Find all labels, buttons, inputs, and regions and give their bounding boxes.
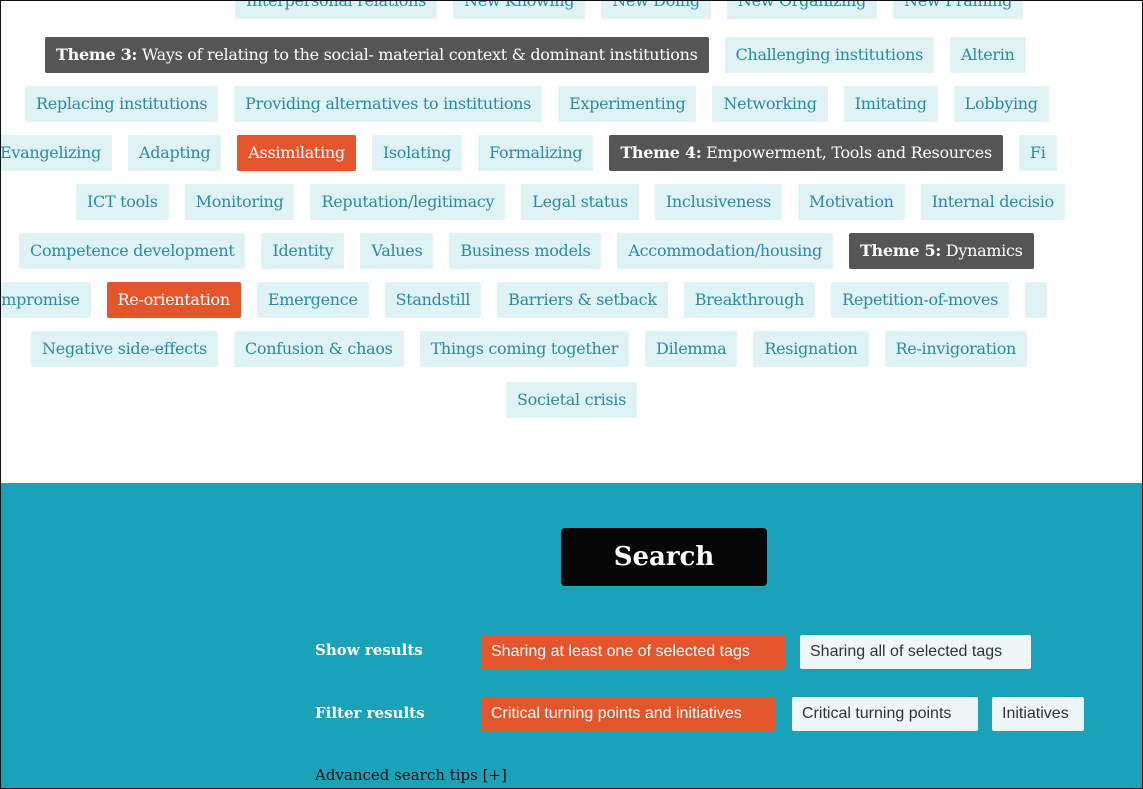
theme-header: Theme 5: Dynamics — [848, 233, 1034, 269]
tag[interactable]: Lobbying — [953, 86, 1049, 122]
search-button[interactable]: Search — [561, 528, 767, 586]
tag[interactable]: Adapting — [128, 135, 222, 171]
tag-row: Replacing institutions Providing alternat… — [25, 86, 1049, 124]
tag[interactable]: Negative side-effects — [31, 331, 218, 367]
tag[interactable]: Accommodation/housing — [617, 233, 833, 269]
tag[interactable]: Societal crisis — [505, 382, 638, 418]
tag-row: Interpersonal relations New Knowing New Do… — [235, 1, 1024, 21]
show-option-all[interactable]: Sharing all of selected tags — [800, 635, 1031, 669]
show-results-label: Show results — [315, 641, 423, 659]
tag[interactable]: Re-invigoration — [884, 331, 1028, 367]
theme-number: Theme 3: — [56, 45, 138, 64]
tag[interactable]: Providing alternatives to institutions — [234, 86, 543, 122]
theme-number: Theme 5: — [859, 241, 941, 260]
tag[interactable]: Replacing institutions — [25, 86, 219, 122]
tag-row: Theme 3: Ways of relating to the social-… — [45, 37, 1026, 75]
tag-cloud: Interpersonal relations New Knowing New Do… — [1, 1, 1142, 483]
tag[interactable]: Business models — [449, 233, 602, 269]
tag[interactable]: Things coming together — [419, 331, 630, 367]
tag[interactable]: New Knowing — [453, 1, 586, 19]
tag-row: Societal crisis — [1, 382, 1142, 420]
tag-row: Negative side-effects Confusion & chaos Th… — [31, 331, 1028, 369]
tag[interactable]: Motivation — [798, 184, 905, 220]
tag[interactable]: Monitoring — [184, 184, 295, 220]
filter-option-initiatives[interactable]: Initiatives — [992, 697, 1084, 731]
tag-row: Compromise Re-orientation Emergence Standst… — [1, 282, 1047, 320]
show-option-at-least-one[interactable]: Sharing at least one of selected tags — [481, 635, 785, 669]
tag[interactable]: Challenging institutions — [724, 37, 934, 73]
tag[interactable]: Compromise — [1, 282, 91, 318]
theme-title: Ways of relating to the social- material… — [141, 45, 698, 64]
filter-option-turning-points[interactable]: Critical turning points — [792, 697, 978, 731]
filter-option-both[interactable]: Critical turning points and initiatives — [481, 697, 775, 731]
tag[interactable]: New Framing — [893, 1, 1024, 19]
theme-title: Dynamics — [945, 241, 1023, 260]
tag[interactable]: Breakthrough — [683, 282, 816, 318]
tag[interactable]: Legal status — [521, 184, 639, 220]
search-panel: Search Show results Sharing at least one… — [1, 483, 1142, 788]
tag-row: Competence development Identity Values Busi… — [19, 233, 1034, 271]
page-frame: Interpersonal relations New Knowing New Do… — [0, 0, 1143, 789]
tag[interactable]: Emergence — [256, 282, 369, 318]
tag[interactable]: Networking — [712, 86, 828, 122]
tag[interactable]: Experimenting — [558, 86, 697, 122]
tag[interactable] — [1025, 282, 1047, 318]
tag[interactable]: Dilemma — [645, 331, 738, 367]
tag[interactable]: New Doing — [601, 1, 711, 19]
theme-header: Theme 4: Empowerment, Tools and Resource… — [609, 135, 1003, 171]
tag[interactable]: New Organizing — [726, 1, 878, 19]
tag[interactable]: Standstill — [384, 282, 482, 318]
tag[interactable]: Repetition-of-moves — [831, 282, 1009, 318]
tag-row: Evangelizing Adapting Assimilating Isolatin… — [1, 135, 1057, 173]
tag-selected[interactable]: Re-orientation — [106, 282, 241, 318]
tag[interactable]: ICT tools — [76, 184, 169, 220]
tag-selected[interactable]: Assimilating — [237, 135, 356, 171]
tag[interactable]: Identity — [261, 233, 345, 269]
theme-number: Theme 4: — [620, 143, 702, 162]
theme-title: Empowerment, Tools and Resources — [706, 143, 992, 162]
tag[interactable]: Inclusiveness — [654, 184, 783, 220]
tag[interactable]: Reputation/legitimacy — [310, 184, 506, 220]
tag[interactable]: Formalizing — [478, 135, 594, 171]
tag[interactable]: Alterin — [950, 37, 1026, 73]
tag[interactable]: Internal decisio — [920, 184, 1065, 220]
advanced-search-tips-link[interactable]: Advanced search tips [+] — [315, 766, 507, 784]
tag[interactable]: Values — [360, 233, 434, 269]
tag[interactable]: Fi — [1018, 135, 1057, 171]
tag[interactable]: Competence development — [19, 233, 246, 269]
tag[interactable]: Imitating — [843, 86, 938, 122]
tag[interactable]: Interpersonal relations — [235, 1, 437, 19]
tag[interactable]: Isolating — [371, 135, 463, 171]
filter-results-label: Filter results — [315, 704, 425, 722]
tag[interactable]: Evangelizing — [1, 135, 113, 171]
tag[interactable]: Barriers & setback — [497, 282, 668, 318]
tag[interactable]: Resignation — [753, 331, 869, 367]
theme-header: Theme 3: Ways of relating to the social-… — [45, 37, 709, 73]
tag[interactable]: Confusion & chaos — [233, 331, 404, 367]
tag-row: ICT tools Monitoring Reputation/legitimacy… — [76, 184, 1065, 222]
